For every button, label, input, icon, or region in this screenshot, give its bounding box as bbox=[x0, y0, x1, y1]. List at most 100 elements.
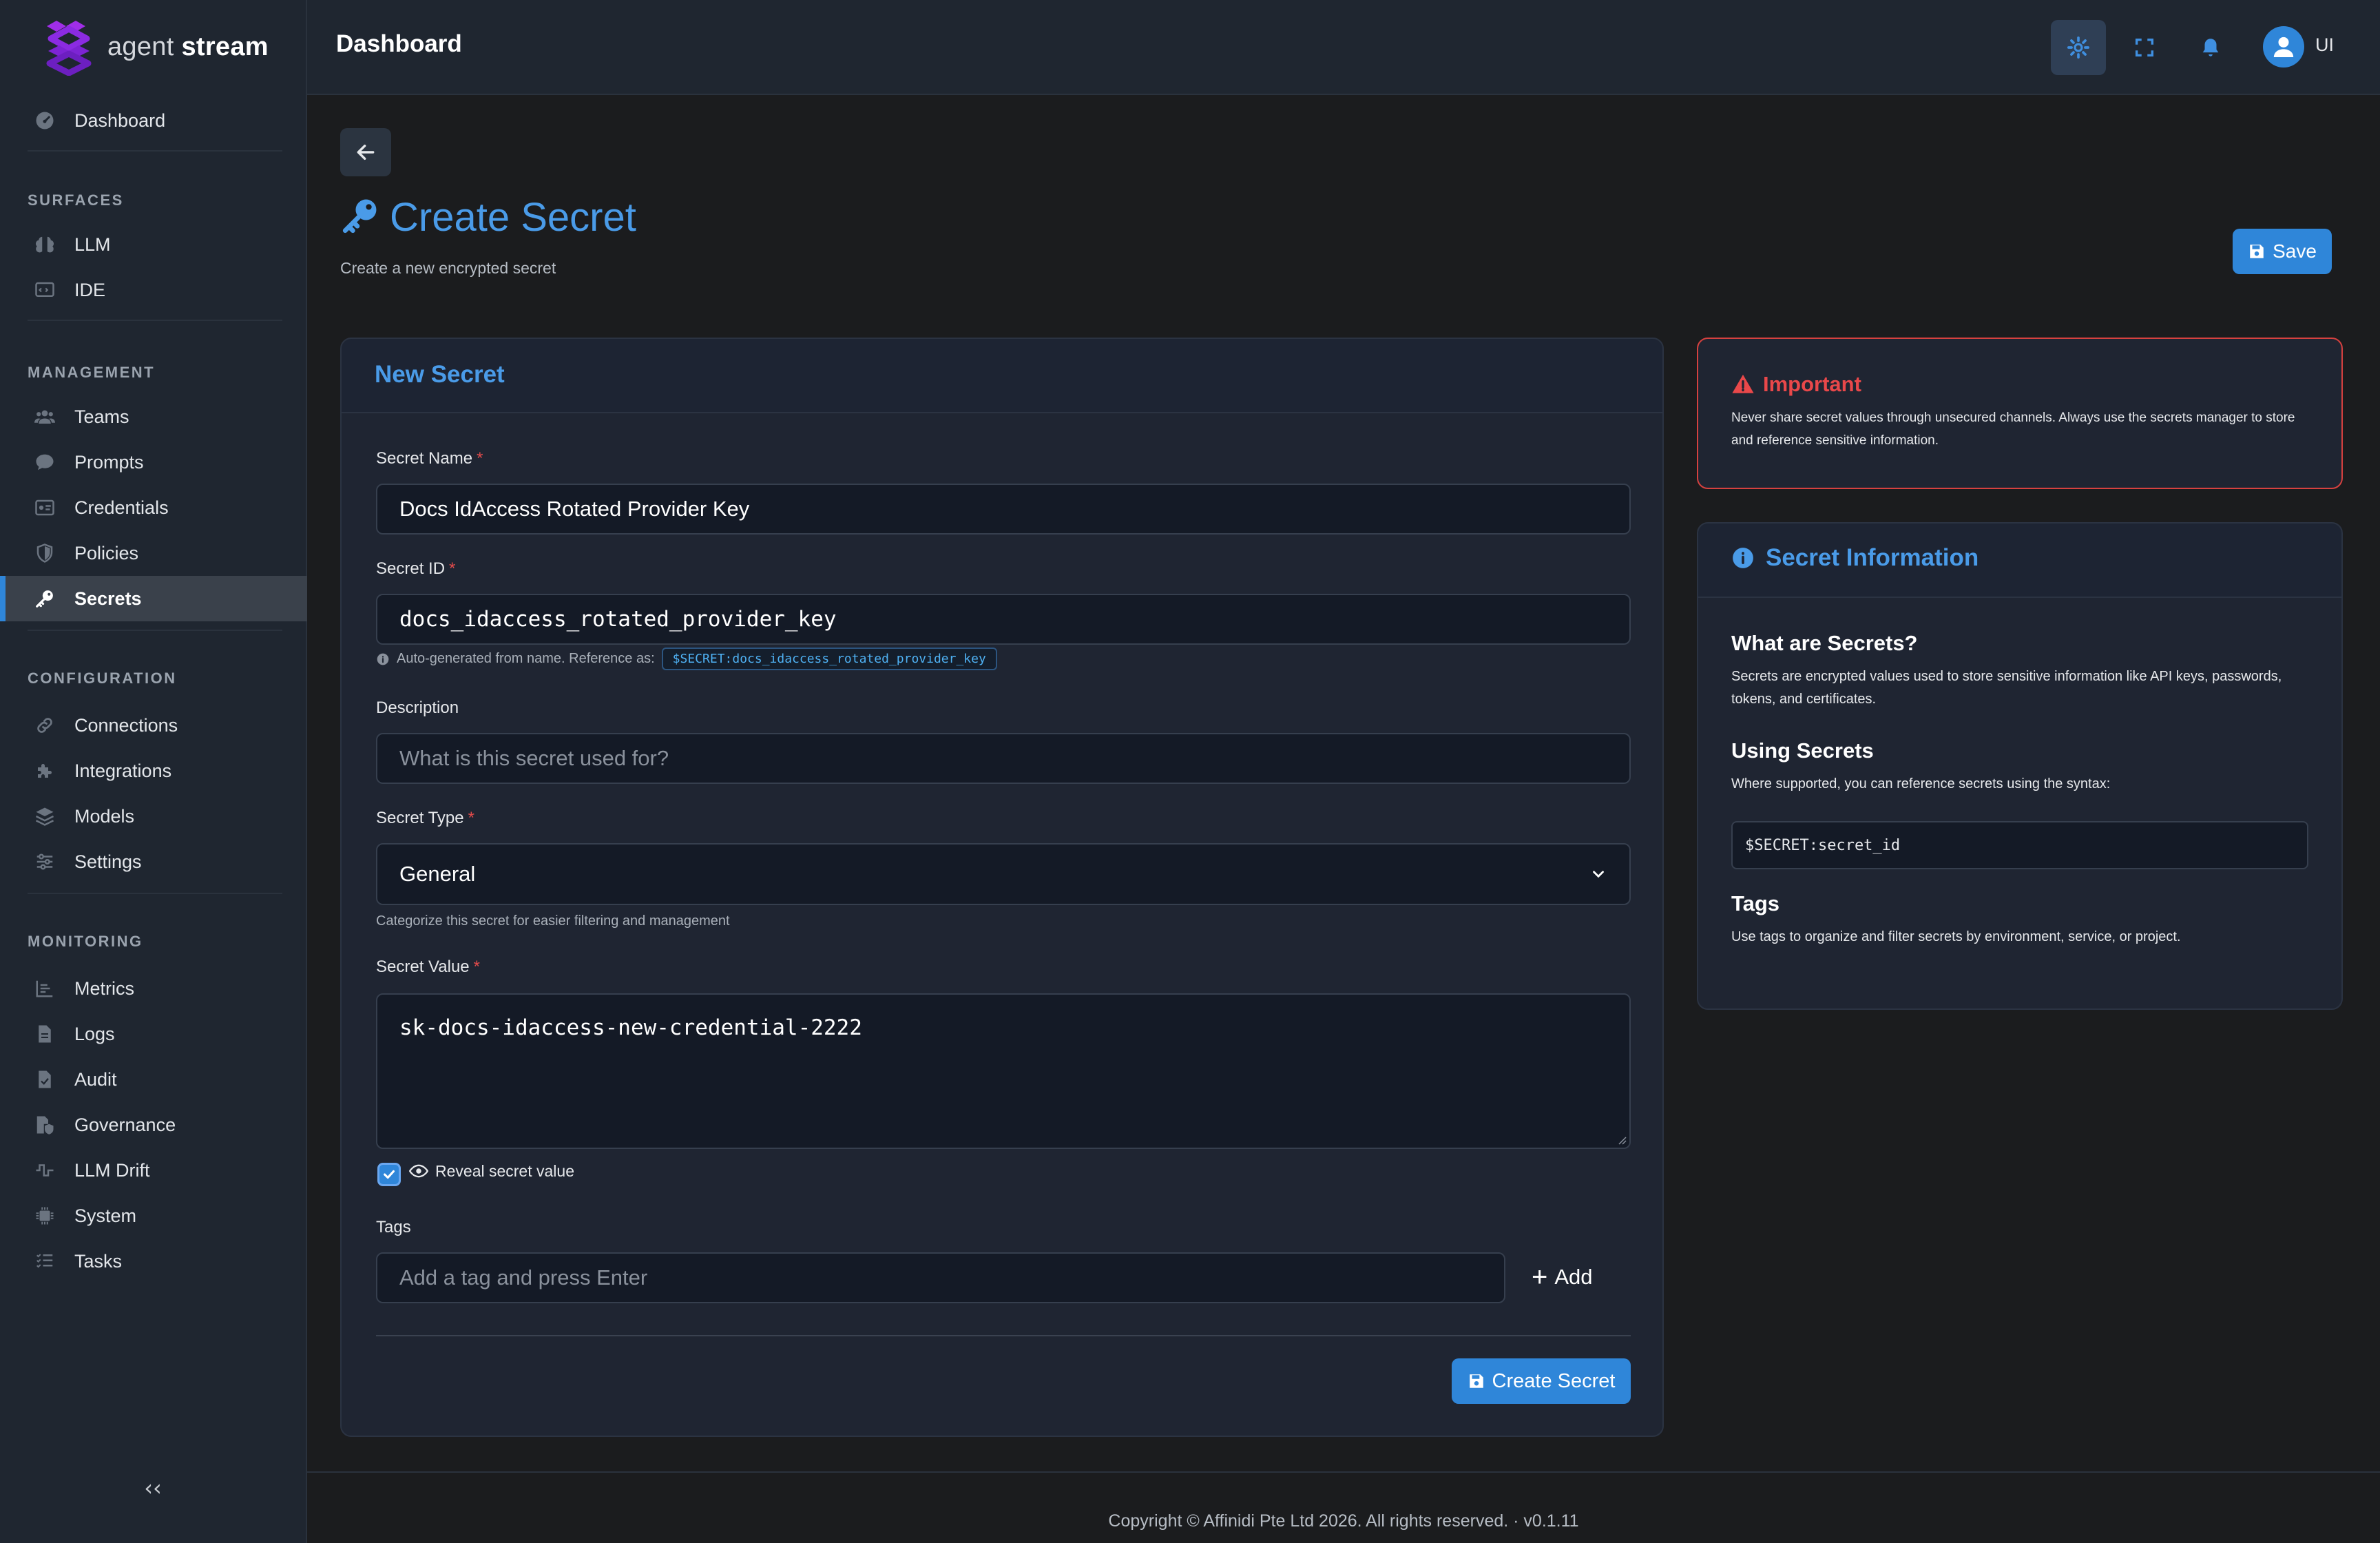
sidebar-item-governance[interactable]: Governance bbox=[0, 1102, 307, 1148]
sidebar-item-audit[interactable]: Audit bbox=[0, 1057, 307, 1102]
sidebar-item-integrations[interactable]: Integrations bbox=[0, 748, 307, 794]
secret-type-hint: Categorize this secret for easier filter… bbox=[376, 913, 730, 929]
secret-id-label: Secret ID * bbox=[376, 559, 455, 579]
secret-type-label: Secret Type * bbox=[376, 809, 474, 828]
create-secret-label: Create Secret bbox=[1492, 1369, 1616, 1392]
divider bbox=[28, 893, 282, 894]
avatar[interactable] bbox=[2263, 26, 2304, 68]
sidebar-item-connections[interactable]: Connections bbox=[0, 703, 307, 748]
settings-button[interactable] bbox=[2051, 20, 2106, 75]
page-title: Create Secret bbox=[340, 194, 636, 240]
divider bbox=[28, 150, 282, 152]
floppy-disk-icon bbox=[1469, 1374, 1483, 1388]
section-heading-monitoring: MONITORING bbox=[28, 933, 143, 950]
copyright-text: Copyright © Affinidi Pte Ltd 2026. All r… bbox=[1108, 1511, 1579, 1531]
key-icon bbox=[33, 587, 56, 610]
secret-id-input[interactable]: docs_idaccess_rotated_provider_key bbox=[376, 594, 1631, 645]
sidebar-item-label: Settings bbox=[74, 851, 142, 872]
sidebar-item-policies[interactable]: Policies bbox=[0, 530, 307, 576]
speedometer-icon bbox=[33, 109, 56, 132]
sidebar-item-label: Metrics bbox=[74, 977, 134, 999]
card-title: Secret Information bbox=[1731, 544, 1979, 572]
secret-information-panel: Secret Information What are Secrets? Sec… bbox=[1697, 522, 2343, 1010]
secret-value-textarea[interactable]: sk-docs-idaccess-new-credential-2222 bbox=[376, 993, 1631, 1149]
sidebar-item-credentials[interactable]: Credentials bbox=[0, 485, 307, 530]
double-chevron-left-icon: ‹‹ bbox=[144, 1475, 162, 1501]
file-shield-icon bbox=[33, 1113, 56, 1137]
warning-triangle-icon bbox=[1732, 374, 1754, 393]
tag-input[interactable]: Add a tag and press Enter bbox=[376, 1252, 1505, 1303]
secret-name-label: Secret Name * bbox=[376, 449, 483, 468]
sidebar-item-secrets[interactable]: Secrets bbox=[0, 576, 307, 621]
sidebar-item-ide[interactable]: IDE bbox=[0, 267, 307, 313]
brain-icon bbox=[33, 233, 56, 256]
list-check-icon bbox=[33, 1250, 56, 1273]
tags-label: Tags bbox=[376, 1218, 411, 1236]
card-title: New Secret bbox=[375, 361, 505, 388]
save-button-label: Save bbox=[2273, 240, 2317, 262]
collapse-sidebar-button[interactable]: ‹‹ bbox=[135, 1474, 171, 1502]
secret-id-hint: Auto-generated from name. Reference as: … bbox=[376, 648, 997, 670]
sidebar-item-models[interactable]: Models bbox=[0, 794, 307, 839]
wave-icon bbox=[33, 1159, 56, 1182]
hint-text: Auto-generated from name. Reference as: bbox=[397, 651, 655, 666]
new-secret-form: New Secret Secret Name * Docs IdAccess Ro… bbox=[340, 338, 1664, 1437]
code-window-icon bbox=[33, 278, 56, 302]
secret-syntax-code: $SECRET:secret_id bbox=[1731, 821, 2308, 869]
section-heading-management: MANAGEMENT bbox=[28, 364, 156, 381]
secret-name-input[interactable]: Docs IdAccess Rotated Provider Key bbox=[376, 484, 1631, 535]
sidebar-item-metrics[interactable]: Metrics bbox=[0, 966, 307, 1011]
puzzle-icon bbox=[33, 759, 56, 783]
sidebar-item-dashboard[interactable]: Dashboard bbox=[0, 98, 307, 143]
important-notice: Important Never share secret values thro… bbox=[1697, 338, 2343, 489]
add-tag-button[interactable]: + Add bbox=[1532, 1263, 1593, 1291]
reveal-secret-label[interactable]: Reveal secret value bbox=[409, 1161, 574, 1181]
secret-reference-code: $SECRET:docs_idaccess_rotated_provider_k… bbox=[661, 648, 997, 670]
sidebar-item-tasks[interactable]: Tasks bbox=[0, 1239, 307, 1284]
secret-value-text: sk-docs-idaccess-new-credential-2222 bbox=[399, 1015, 862, 1040]
description-input[interactable]: What is this secret used for? bbox=[376, 733, 1631, 784]
gear-icon bbox=[2067, 36, 2090, 59]
user-initials[interactable]: UI bbox=[2315, 34, 2334, 56]
sidebar-item-label: Governance bbox=[74, 1114, 176, 1135]
add-tag-label: Add bbox=[1554, 1265, 1593, 1289]
user-icon bbox=[2273, 37, 2294, 57]
top-bar-title: Dashboard bbox=[336, 30, 462, 57]
brand-logo[interactable]: agent stream bbox=[41, 18, 269, 76]
sidebar-item-label: LLM Drift bbox=[74, 1159, 150, 1181]
chip-icon bbox=[33, 1204, 56, 1228]
sidebar-item-teams[interactable]: Teams bbox=[0, 394, 307, 439]
file-icon bbox=[33, 1022, 56, 1046]
bell-icon bbox=[2202, 39, 2219, 56]
reveal-secret-checkbox[interactable] bbox=[377, 1163, 401, 1186]
important-title-text: Important bbox=[1763, 372, 1861, 396]
secret-type-select[interactable]: General bbox=[376, 843, 1631, 905]
users-icon bbox=[33, 405, 56, 428]
label-text: Secret Name bbox=[376, 449, 473, 468]
back-button[interactable] bbox=[340, 128, 391, 176]
label-text: Secret Value bbox=[376, 957, 470, 976]
sidebar-item-system[interactable]: System bbox=[0, 1193, 307, 1239]
sidebar-item-llm[interactable]: LLM bbox=[0, 222, 307, 267]
section-heading-surfaces: SURFACES bbox=[28, 191, 124, 209]
sidebar-item-prompts[interactable]: Prompts bbox=[0, 439, 307, 485]
create-secret-button[interactable]: Create Secret bbox=[1452, 1358, 1631, 1404]
sidebar-item-llm-drift[interactable]: LLM Drift bbox=[0, 1148, 307, 1193]
reveal-label-text: Reveal secret value bbox=[435, 1161, 574, 1180]
fullscreen-button[interactable] bbox=[2117, 20, 2172, 75]
save-button[interactable]: Save bbox=[2233, 229, 2332, 274]
divider bbox=[28, 320, 282, 321]
brand-name-part2: stream bbox=[181, 32, 269, 61]
sidebar: agent stream Dashboard SURFACES LLM IDE … bbox=[0, 0, 307, 1543]
required-mark: * bbox=[473, 957, 480, 976]
brand-name: agent stream bbox=[107, 32, 269, 62]
sidebar-item-label: Prompts bbox=[74, 451, 144, 473]
sidebar-item-settings[interactable]: Settings bbox=[0, 839, 307, 884]
label-text: Secret ID bbox=[376, 559, 446, 578]
card-header: Secret Information bbox=[1698, 524, 2341, 598]
sidebar-item-label: Policies bbox=[74, 542, 139, 563]
notifications-button[interactable] bbox=[2183, 20, 2238, 75]
resize-grip-icon[interactable] bbox=[1616, 1134, 1627, 1145]
sidebar-item-logs[interactable]: Logs bbox=[0, 1011, 307, 1057]
card-header: New Secret bbox=[342, 339, 1662, 413]
